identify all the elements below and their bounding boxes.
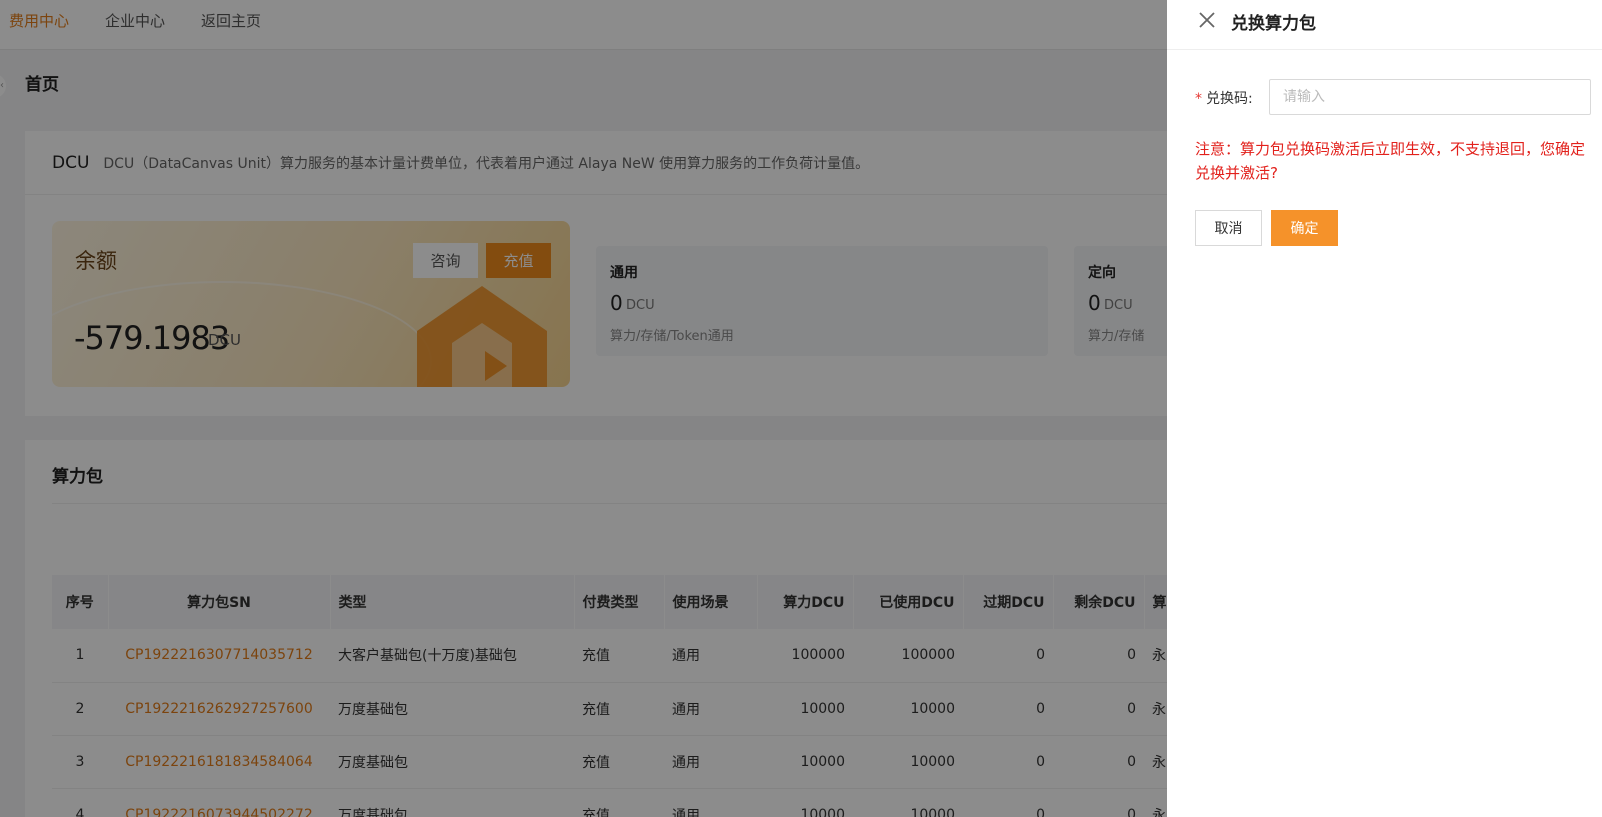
redeem-drawer: 兑换算力包 *兑换码: 注意：算力包兑换码激活后立即生效，不支持退回，您确定兑换…	[1167, 0, 1602, 817]
redeem-code-input[interactable]	[1269, 79, 1591, 115]
warning-notice: 注意：算力包兑换码激活后立即生效，不支持退回，您确定兑换并激活?	[1195, 140, 1586, 182]
drawer-header: 兑换算力包	[1167, 0, 1602, 50]
confirm-button[interactable]: 确定	[1271, 210, 1338, 246]
redeem-code-label-text: 兑换码:	[1206, 91, 1253, 107]
close-icon[interactable]	[1197, 10, 1217, 30]
redeem-code-label: * 兑换码:	[1195, 88, 1253, 108]
drawer-title: 兑换算力包	[1231, 14, 1316, 34]
cancel-button[interactable]: 取消	[1195, 210, 1262, 246]
required-mark: *	[1195, 91, 1202, 107]
